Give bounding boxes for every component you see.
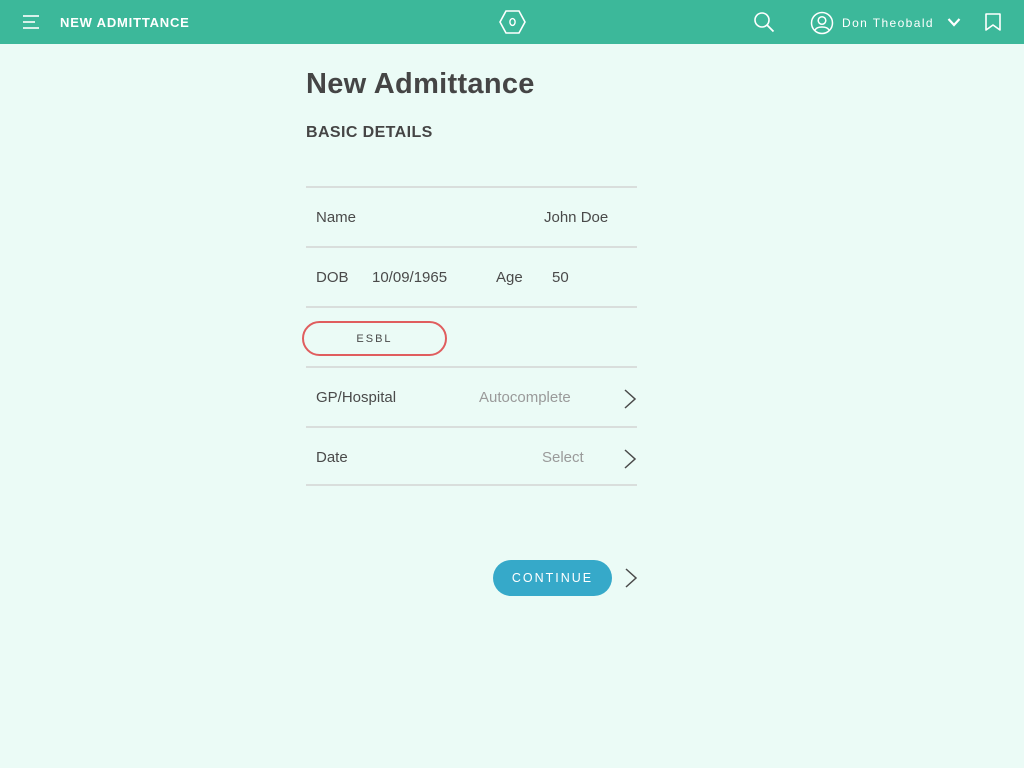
date-row[interactable]: Date Select [306,426,637,486]
date-label: Date [316,449,348,466]
date-select[interactable]: Select [542,449,584,466]
hexagon-logo-icon [499,10,526,34]
age-label: Age [496,269,523,286]
dob-label: DOB [316,269,349,286]
dob-value: 10/09/1965 [372,269,448,286]
chevron-down-icon [947,18,961,27]
app-title: NEW ADMITTANCE [60,15,190,30]
bookmark-icon[interactable] [984,13,1002,31]
basic-details-form: Name John Doe DOB 10/09/1965 Age 50 ESBL… [302,186,637,486]
chevron-right-icon[interactable] [623,388,637,410]
name-value: John Doe [544,209,609,226]
user-avatar-icon [810,11,834,35]
section-title: BASIC DETAILS [306,124,433,141]
age-value: 50 [552,269,569,286]
esbl-row: ESBL [302,306,637,366]
gp-hospital-label: GP/Hospital [316,389,397,406]
page-title: New Admittance [306,68,535,100]
user-menu[interactable]: Don Theobald [810,11,965,35]
continue-button[interactable]: CONTINUE [493,560,612,596]
name-row: Name John Doe [306,186,637,246]
top-bar: NEW ADMITTANCE Don Theobald [0,0,1024,44]
esbl-button[interactable]: ESBL [302,321,447,356]
chevron-right-icon[interactable] [624,567,638,589]
gp-hospital-row[interactable]: GP/Hospital Autocomplete [306,366,637,426]
gp-hospital-input[interactable]: Autocomplete [479,389,571,406]
menu-icon[interactable] [22,14,40,30]
name-label: Name [316,209,357,226]
dob-row: DOB 10/09/1965 Age 50 [306,246,637,306]
user-name: Don Theobald [842,16,934,30]
search-icon[interactable] [753,11,775,33]
chevron-right-icon[interactable] [623,448,637,470]
